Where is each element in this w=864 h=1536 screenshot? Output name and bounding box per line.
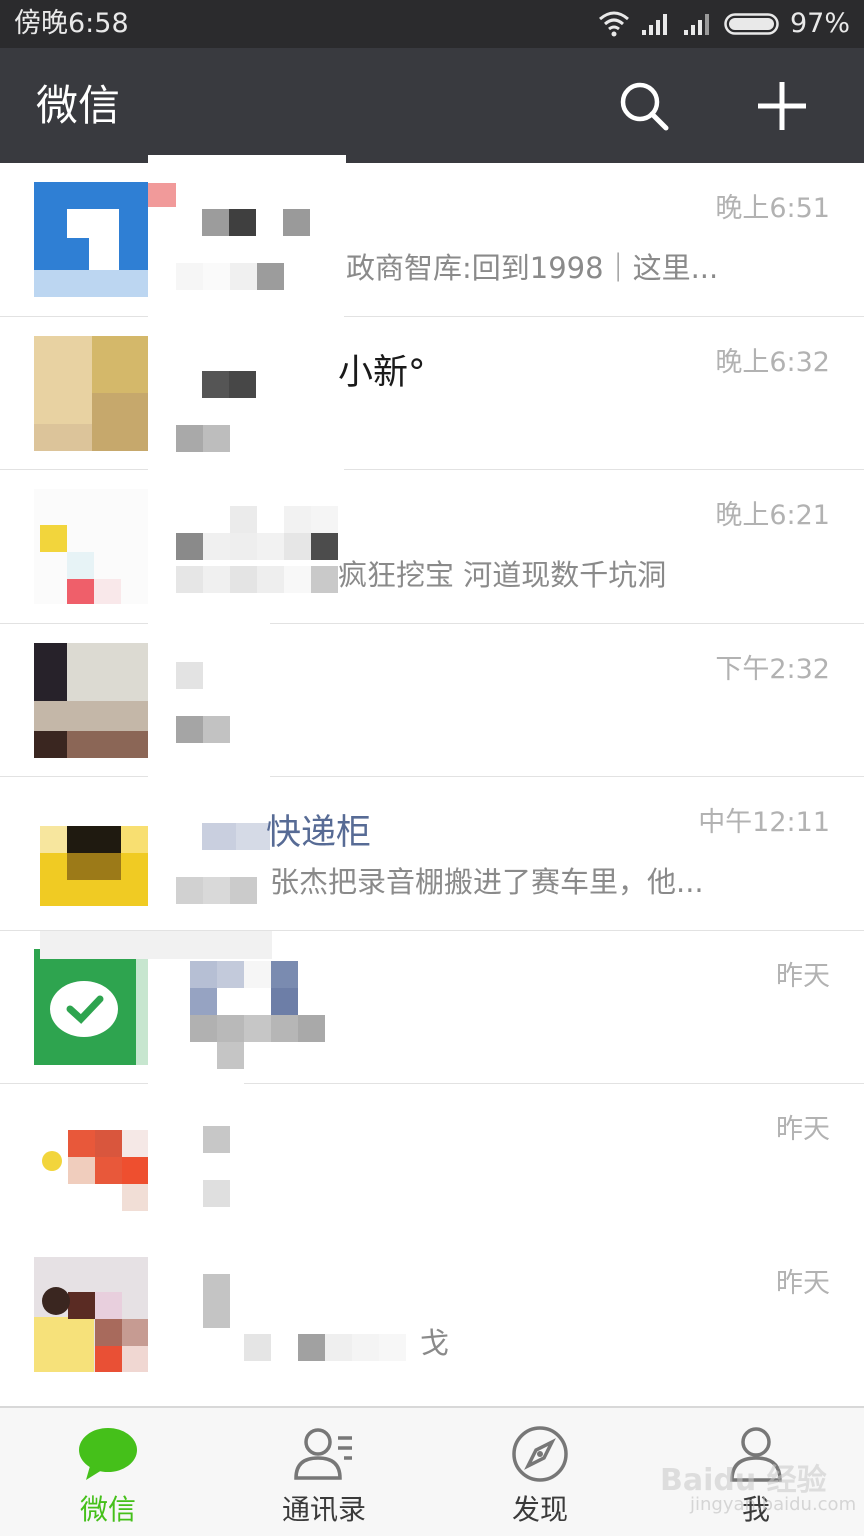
chat-preview: 张杰把录音棚搬进了赛车里，他...: [270, 865, 704, 899]
avatar: [34, 489, 149, 604]
chat-row[interactable]: 昨天: [0, 930, 864, 1084]
chat-time: 晚上6:32: [715, 346, 830, 378]
chat-row[interactable]: 戈 昨天: [0, 1236, 864, 1391]
unread-dot: [148, 183, 176, 207]
plus-icon[interactable]: [752, 76, 812, 136]
avatar: [34, 335, 149, 451]
chat-row[interactable]: 政商智库:回到1998｜这里... 晚上6:51: [0, 155, 864, 317]
preview-mosaic: [176, 424, 284, 452]
tab-label: 发现: [511, 1493, 568, 1526]
avatar: [34, 1103, 149, 1218]
signal-icon-1: [641, 14, 667, 35]
chat-time: 下午2:32: [715, 653, 830, 685]
name-mosaic: [176, 506, 338, 560]
tab-label: 微信: [79, 1493, 136, 1526]
tab-wechat[interactable]: 微信: [0, 1408, 216, 1536]
preview-mosaic: [176, 263, 284, 290]
name-mosaic: [203, 1273, 230, 1328]
battery-percent: 97%: [789, 8, 850, 39]
chat-time: 晚上6:21: [715, 500, 830, 531]
status-time: 傍晚6:58: [14, 8, 129, 39]
preview-mosaic: [190, 1014, 325, 1069]
preview-mosaic: [176, 566, 338, 593]
chat-row[interactable]: 昨天: [0, 1083, 864, 1238]
preview-mosaic: [244, 1333, 406, 1361]
chat-row[interactable]: 快递柜 张杰把录音棚搬进了赛车里，他... 中午12:11: [0, 776, 864, 931]
search-icon[interactable]: [614, 76, 674, 136]
name-mosaic: [202, 209, 310, 236]
chat-row[interactable]: 疯狂挖宝 河道现数千坑洞 晚上6:21: [0, 469, 864, 624]
signal-icon-2: [683, 14, 709, 35]
chat-preview: 戈: [420, 1325, 450, 1360]
contacts-icon: [294, 1428, 352, 1480]
wechat-app: 傍晚6:58 97% 微信 政商智库:回到1998｜这里... 晚上6:51 小…: [0, 0, 864, 1536]
avatar: [34, 182, 149, 297]
avatar: [34, 642, 149, 758]
compass-icon: [512, 1426, 568, 1482]
preview-mosaic: [176, 715, 284, 743]
chat-time: 中午12:11: [698, 807, 830, 838]
name-mosaic: [202, 370, 310, 398]
wifi-icon: [599, 11, 629, 37]
chat-name: 小新°: [338, 352, 426, 393]
chat-time: 昨天: [776, 960, 830, 992]
page-title: 微信: [36, 81, 121, 130]
chat-time: 晚上6:51: [715, 193, 830, 224]
chat-list: 政商智库:回到1998｜这里... 晚上6:51 小新° 晚上6:32 疯狂挖宝…: [0, 155, 864, 1391]
status-bar: 傍晚6:58 97%: [0, 0, 864, 48]
title-bar: 微信: [0, 48, 864, 163]
preview-mosaic: [203, 1180, 230, 1207]
watermark-url: jingyan.baidu.com: [690, 1494, 857, 1515]
tab-contacts[interactable]: 通讯录: [216, 1408, 432, 1536]
chat-preview: 疯狂挖宝 河道现数千坑洞: [338, 558, 667, 592]
avatar: [34, 948, 149, 1065]
privacy-mask: [148, 1083, 244, 1237]
chat-name: 快递柜: [266, 813, 372, 853]
avatar: [34, 1256, 149, 1372]
avatar: [34, 796, 149, 911]
privacy-mask: [148, 776, 270, 930]
status-icons: 97%: [598, 8, 850, 40]
privacy-mask: [148, 622, 270, 777]
chat-row[interactable]: 下午2:32: [0, 622, 864, 777]
privacy-mask: [40, 930, 272, 959]
chat-bubble-icon: [79, 1428, 137, 1480]
chat-row[interactable]: 小新° 晚上6:32: [0, 315, 864, 470]
privacy-mask: [148, 1236, 408, 1391]
chat-preview: 政商智库:回到1998｜这里...: [346, 251, 719, 285]
name-mosaic: [202, 823, 270, 850]
name-mosaic: [176, 661, 284, 689]
preview-mosaic: [176, 877, 257, 904]
name-mosaic: [203, 1126, 230, 1153]
tab-label: 通讯录: [281, 1493, 366, 1526]
chat-time: 昨天: [776, 1267, 830, 1299]
name-mosaic: [190, 960, 298, 1015]
battery-icon: [724, 13, 779, 35]
tab-discover[interactable]: 发现: [432, 1408, 648, 1536]
chat-time: 昨天: [776, 1114, 830, 1145]
watermark-brand: Baidu 经验: [660, 1463, 827, 1498]
